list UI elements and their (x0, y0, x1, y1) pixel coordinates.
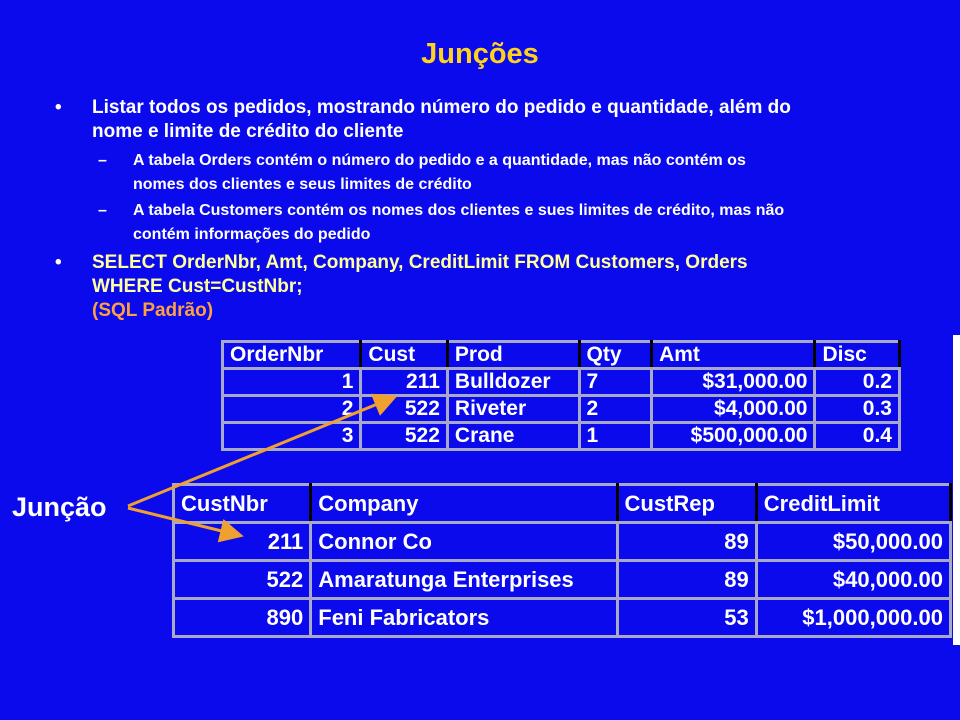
join-arrows (127, 393, 398, 543)
arrow-to-orders-cust (127, 393, 398, 508)
arrow-to-customers-custnbr (127, 506, 244, 543)
